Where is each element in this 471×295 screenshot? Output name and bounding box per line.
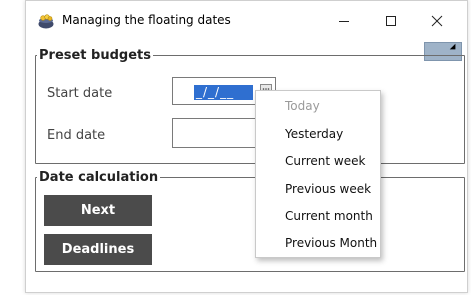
maximize-icon: [386, 16, 396, 26]
window-title: Managing the floating dates: [62, 13, 231, 27]
preset-budgets-legend: Preset budgets: [39, 48, 151, 63]
menu-item-current-week[interactable]: Current week: [285, 154, 365, 168]
dialog-window: Managing the floating dates Preset budge…: [25, 0, 468, 293]
menu-item-yesterday[interactable]: Yesterday: [285, 127, 343, 141]
maximize-button[interactable]: [368, 6, 414, 36]
title-bar: Managing the floating dates: [26, 1, 467, 41]
end-date-label: End date: [47, 128, 106, 143]
close-icon: [431, 15, 443, 27]
pot-of-coins-icon: [37, 13, 55, 29]
start-date-label: Start date: [47, 86, 113, 101]
next-button[interactable]: Next: [44, 195, 152, 226]
preset-dates-menu: Today Yesterday Current week Previous we…: [255, 90, 381, 258]
date-calculation-legend: Date calculation: [39, 170, 159, 185]
menu-item-previous-month[interactable]: Previous Month: [285, 236, 377, 250]
deadlines-button[interactable]: Deadlines: [44, 234, 152, 265]
menu-item-current-month[interactable]: Current month: [285, 209, 373, 223]
minimize-icon: [339, 21, 349, 22]
menu-item-today[interactable]: Today: [285, 99, 320, 113]
minimize-button[interactable]: [321, 6, 367, 36]
close-button[interactable]: [414, 6, 460, 36]
menu-item-previous-week[interactable]: Previous week: [285, 182, 371, 196]
start-date-value[interactable]: _/_/__: [194, 85, 253, 100]
